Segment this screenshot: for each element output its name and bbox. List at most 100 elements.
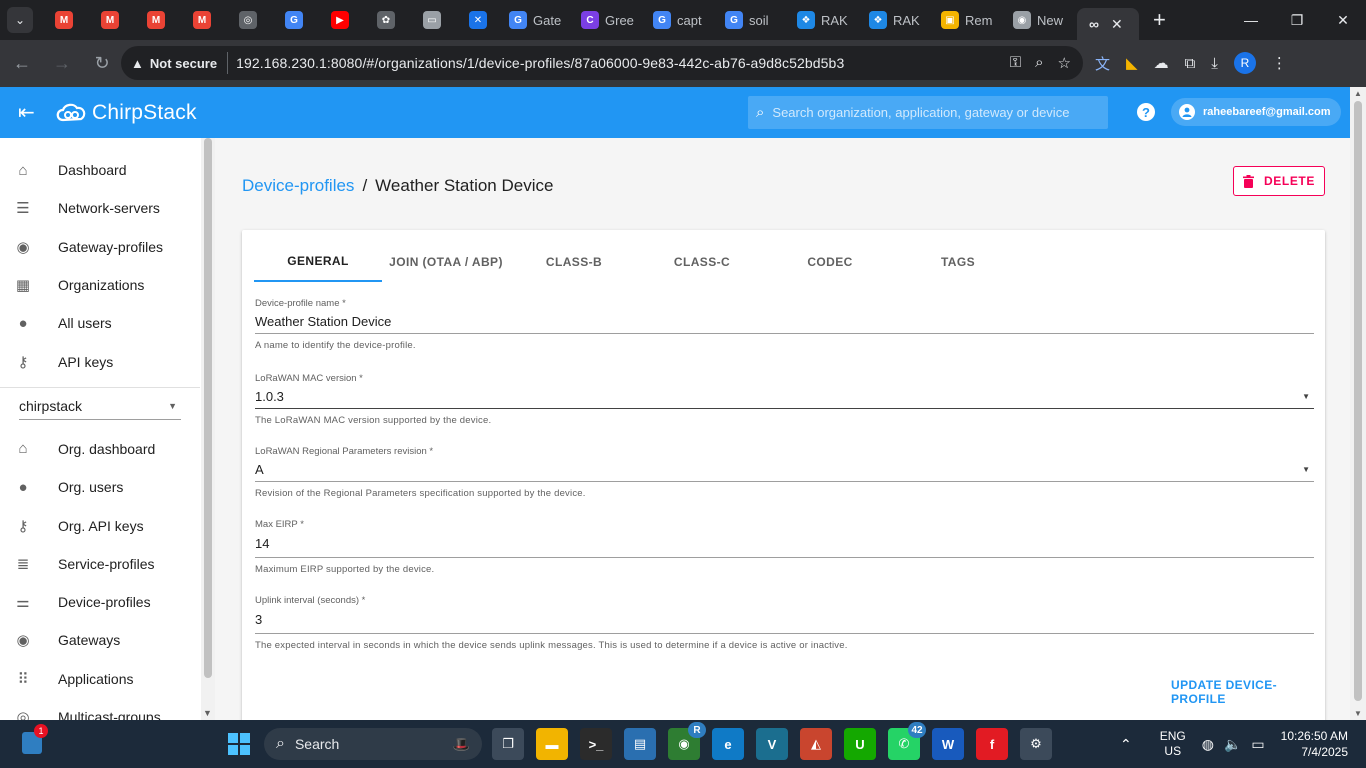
sidebar-item-multicast-groups[interactable]: ◎ Multicast-groups (0, 698, 215, 720)
browser-tab[interactable]: G (271, 4, 317, 36)
browser-tab[interactable]: ◉ New (1005, 4, 1077, 36)
bookmark-star-icon[interactable]: ☆ (1058, 54, 1071, 72)
browser-tab[interactable]: ❖ RAK (861, 4, 933, 36)
file-explorer-icon[interactable]: ▬ (536, 728, 568, 760)
tab-general[interactable]: GENERAL (254, 242, 382, 282)
page-scroll-thumb[interactable] (1354, 101, 1362, 701)
taskbar-search[interactable]: ⌕ Search 🎩 (264, 728, 482, 760)
download-icon[interactable]: ⤓ (1211, 55, 1218, 72)
search-input[interactable] (772, 105, 1093, 120)
sidebar-item-org-users[interactable]: ● Org. users (0, 468, 215, 506)
page-scrollbar[interactable]: ▲ ▼ (1350, 87, 1366, 720)
scroll-down-arrow-icon[interactable]: ▼ (1354, 709, 1362, 718)
sidebar-item-gateway-profiles[interactable]: ◉ Gateway-profiles (0, 228, 215, 266)
back-icon[interactable]: ← (4, 46, 40, 82)
menu-collapse-icon[interactable]: ⇤ (18, 100, 42, 125)
delete-button[interactable]: DELETE (1233, 166, 1325, 196)
tab-class-c[interactable]: CLASS-C (638, 242, 766, 282)
windows-start-icon[interactable] (228, 733, 250, 755)
system-icons[interactable]: ◍ 🔈 ▭ (1202, 736, 1265, 753)
cloud-extension-icon[interactable]: ☁ (1154, 54, 1169, 72)
user-menu[interactable]: raheebareef@gmail.com (1171, 98, 1341, 126)
sidebar-item-service-profiles[interactable]: ≣ Service-profiles (0, 545, 215, 583)
sidebar-scroll-thumb[interactable] (204, 138, 212, 678)
organization-select[interactable]: chirpstack ▼ (19, 394, 181, 420)
forward-icon[interactable]: → (44, 46, 80, 82)
tray-overflow-chevron-icon[interactable]: ⌃ (1120, 736, 1132, 753)
browser-tab[interactable]: M (87, 4, 133, 36)
scroll-down-arrow-icon[interactable]: ▼ (203, 708, 212, 718)
settings-icon[interactable]: ⚙ (1020, 728, 1052, 760)
zoom-icon[interactable]: ⌕ (1035, 54, 1043, 72)
language-indicator[interactable]: ENG US (1160, 729, 1186, 759)
password-key-icon[interactable]: ⚿ (1010, 54, 1021, 72)
upwork-icon[interactable]: U (844, 728, 876, 760)
browser-tab[interactable]: Gsoil (717, 4, 789, 36)
uplink-interval-input[interactable]: 3 (255, 606, 1314, 634)
address-bar[interactable]: ▲ Not secure 192.168.230.1:8080/#/organi… (121, 46, 1083, 80)
close-window-icon[interactable]: ✕ (1320, 0, 1366, 40)
sidebar-item-api-keys[interactable]: ⚷ API keys (0, 342, 215, 380)
new-tab-icon[interactable]: + (1153, 7, 1166, 33)
edge-icon[interactable]: e (712, 728, 744, 760)
browser-tab[interactable]: M (179, 4, 225, 36)
breadcrumb-device-profiles-link[interactable]: Device-profiles (242, 176, 354, 195)
brand-logo[interactable]: ChirpStack (54, 100, 197, 126)
terminal-icon[interactable]: >_ (580, 728, 612, 760)
browser-tab[interactable]: M (41, 4, 87, 36)
url-text[interactable]: 192.168.230.1:8080/#/organizations/1/dev… (236, 55, 844, 71)
widgets-icon[interactable]: 1 (22, 724, 48, 754)
sidebar-item-applications[interactable]: ⠿ Applications (0, 660, 215, 698)
browser-tab[interactable]: ❖ RAK (789, 4, 861, 36)
help-icon[interactable]: ? (1137, 103, 1155, 121)
minimize-icon[interactable]: — (1228, 0, 1274, 40)
max-eirp-input[interactable]: 14 (255, 530, 1314, 558)
restore-icon[interactable]: ❐ (1274, 0, 1320, 40)
sidebar-item-gateways[interactable]: ◉ Gateways (0, 621, 215, 659)
update-device-profile-button[interactable]: UPDATE DEVICE-PROFILE (1171, 678, 1325, 706)
browser-tab[interactable]: M (133, 4, 179, 36)
sidebar-item-org-api-keys[interactable]: ⚷ Org. API keys (0, 506, 215, 544)
browser-tab[interactable]: ◎ (225, 4, 271, 36)
browser-tab[interactable]: ▣ Rem (933, 4, 1005, 36)
foxit-icon[interactable]: f (976, 728, 1008, 760)
sidebar-item-org-dashboard[interactable]: ⌂ Org. dashboard (0, 430, 215, 468)
active-tab[interactable]: ∞ ✕ (1077, 8, 1139, 40)
word-icon[interactable]: W (932, 728, 964, 760)
browser-tab[interactable]: ✕ (455, 4, 501, 36)
rdp-icon[interactable]: ▤ (624, 728, 656, 760)
sidebar-item-all-users[interactable]: ● All users (0, 304, 215, 342)
browser-menu-icon[interactable]: ⋮ (1272, 54, 1287, 72)
tab-search-chevron-icon[interactable]: ⌄ (7, 7, 33, 33)
vscode-icon[interactable]: V (756, 728, 788, 760)
regional-params-select[interactable]: A ▼ (255, 457, 1314, 482)
scroll-up-arrow-icon[interactable]: ▲ (1354, 89, 1362, 98)
puzzle-extensions-icon[interactable]: ⧉ (1185, 55, 1196, 72)
browser-tab[interactable]: G Gate (501, 4, 573, 36)
sidebar-scrollbar[interactable]: ▼ (201, 138, 215, 720)
tab-tags[interactable]: TAGS (894, 242, 1022, 282)
sidebar-item-organizations[interactable]: ▦ Organizations (0, 266, 215, 304)
task-view-icon[interactable]: ❐ (492, 728, 524, 760)
whatsapp-icon[interactable]: ✆ 42 (888, 722, 926, 760)
translate-extension-icon[interactable]: 文 (1095, 53, 1110, 74)
sidebar-item-dashboard[interactable]: ⌂ Dashboard (0, 151, 215, 189)
chrome-icon[interactable]: ◉ R (668, 722, 706, 760)
close-tab-icon[interactable]: ✕ (1111, 16, 1123, 33)
matlab-icon[interactable]: ◭ (800, 728, 832, 760)
device-profile-name-input[interactable]: Weather Station Device (255, 309, 1314, 334)
browser-tab[interactable]: C Gree (573, 4, 645, 36)
browser-tab[interactable]: Gcapt (645, 4, 717, 36)
tab-codec[interactable]: CODEC (766, 242, 894, 282)
hat-extension-icon[interactable]: ◣ (1126, 54, 1138, 72)
browser-tab[interactable]: ▶ (317, 4, 363, 36)
browser-tab[interactable]: ✿ (363, 4, 409, 36)
reload-icon[interactable]: ↻ (84, 46, 120, 82)
sidebar-item-network-servers[interactable]: ☰ Network-servers (0, 189, 215, 227)
clock[interactable]: 10:26:50 AM 7/4/2025 (1281, 728, 1348, 760)
security-indicator[interactable]: ▲ Not secure (131, 52, 229, 74)
tab-class-b[interactable]: CLASS-B (510, 242, 638, 282)
mac-version-select[interactable]: 1.0.3 ▼ (255, 384, 1314, 409)
tab-join-otaa-abp[interactable]: JOIN (OTAA / ABP) (382, 242, 510, 282)
sidebar-item-device-profiles[interactable]: ⚌ Device-profiles (0, 583, 215, 621)
